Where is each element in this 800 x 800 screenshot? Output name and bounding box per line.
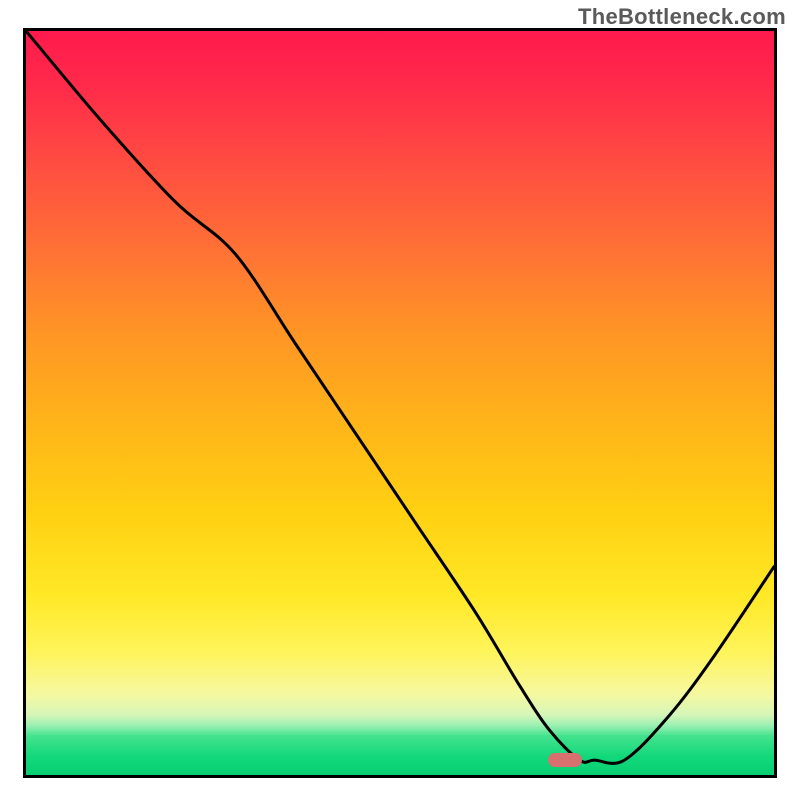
optimal-point-marker: [548, 753, 582, 767]
watermark-text: TheBottleneck.com: [578, 4, 786, 30]
chart-gradient-background: [26, 31, 774, 736]
chart-frame: [23, 28, 777, 778]
chart-optimal-zone: [26, 735, 774, 775]
